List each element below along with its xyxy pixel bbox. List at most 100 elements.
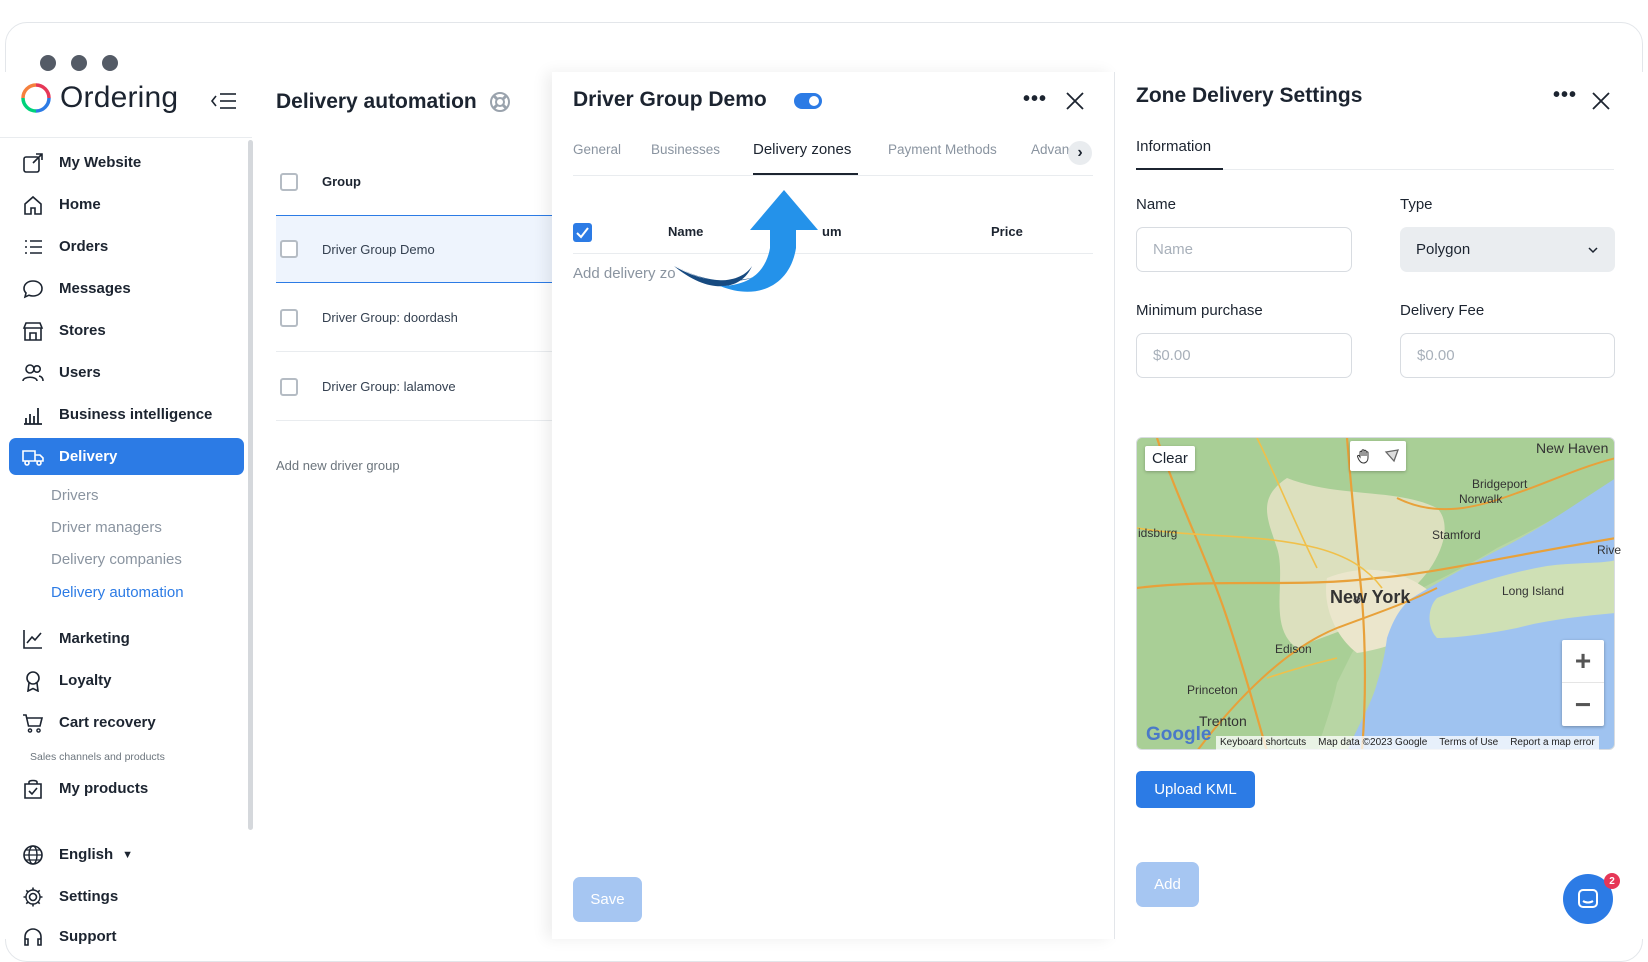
map-place-bridgeport: Bridgeport — [1472, 477, 1528, 491]
map-footer: Keyboard shortcuts Map data ©2023 Google… — [1216, 736, 1599, 750]
sidebar-scrollbar[interactable] — [248, 140, 253, 830]
tab-bar: General Businesses Delivery zones Paymen… — [573, 141, 1093, 176]
group-enabled-toggle[interactable] — [794, 93, 822, 109]
zone-more-options-button[interactable]: ••• — [1553, 84, 1577, 107]
zone-name-input[interactable] — [1136, 227, 1352, 272]
tutorial-arrow-icon — [674, 190, 818, 292]
sidebar-item-label: Delivery — [59, 448, 118, 465]
delivery-fee-label: Delivery Fee — [1400, 302, 1485, 319]
add-delivery-zone-link[interactable]: Add delivery zo — [573, 265, 676, 282]
terms-of-use-link[interactable]: Terms of Use — [1439, 737, 1498, 749]
type-label: Type — [1400, 196, 1433, 213]
driver-group-panel — [552, 72, 1114, 939]
minimum-purchase-input[interactable] — [1136, 333, 1352, 378]
sidebar-item-home[interactable]: Home — [9, 186, 244, 223]
help-lifebuoy-icon[interactable] — [489, 91, 511, 113]
sidebar-item-label: Messages — [59, 280, 131, 297]
sidebar-item-label: Orders — [59, 238, 109, 255]
hand-pan-icon[interactable] — [1356, 448, 1372, 464]
driver-group-title: Driver Group Demo — [573, 88, 767, 111]
name-label: Name — [1136, 196, 1177, 213]
add-zone-button[interactable]: Add — [1136, 862, 1199, 907]
tab-delivery-zones[interactable]: Delivery zones — [753, 141, 851, 158]
upload-kml-button[interactable]: Upload KML — [1136, 771, 1255, 808]
zoom-out-button[interactable]: − — [1562, 683, 1604, 726]
store-icon — [22, 321, 44, 341]
sidebar-item-business-intelligence[interactable]: Business intelligence — [9, 396, 244, 433]
list-item-driver-group-lalamove[interactable]: Driver Group: lalamove — [276, 353, 552, 421]
map-place-idsburg: idsburg — [1138, 526, 1178, 540]
tab-advanced[interactable]: Advan — [1031, 142, 1069, 157]
sidebar-item-stores[interactable]: Stores — [9, 312, 244, 349]
zoom-in-button[interactable]: + — [1562, 640, 1604, 683]
sidebar-item-label: Cart recovery — [59, 714, 156, 731]
sidebar-item-label: Home — [59, 196, 101, 213]
window-controls — [40, 55, 118, 71]
chat-icon — [1578, 889, 1598, 908]
gear-icon — [23, 887, 43, 906]
save-button[interactable]: Save — [573, 877, 642, 922]
row-checkbox[interactable] — [280, 308, 298, 327]
sidebar-item-loyalty[interactable]: Loyalty — [9, 662, 244, 699]
zone-type-select[interactable]: Polygon — [1400, 227, 1615, 272]
sidebar-item-delivery[interactable]: Delivery — [9, 438, 244, 475]
list-item-label: Driver Group: doordash — [322, 310, 458, 325]
column-header-price: Price — [991, 224, 1023, 239]
language-selector[interactable]: English ▼ — [9, 836, 244, 873]
list-item-driver-group-doordash[interactable]: Driver Group: doordash — [276, 284, 552, 352]
active-tab-indicator — [1136, 168, 1223, 170]
sidebar-subitem-delivery-automation[interactable]: Delivery automation — [51, 584, 184, 601]
more-options-button[interactable]: ••• — [1023, 88, 1047, 111]
list-item-driver-group-demo[interactable]: Driver Group Demo — [276, 215, 552, 283]
row-checkbox[interactable] — [280, 377, 298, 396]
sidebar-item-marketing[interactable]: Marketing — [9, 620, 244, 657]
page-title: Delivery automation — [276, 90, 511, 114]
sidebar-item-my-products[interactable]: My products — [9, 770, 244, 807]
chevron-down-icon: ▼ — [122, 848, 134, 861]
report-map-error-link[interactable]: Report a map error — [1510, 737, 1594, 749]
map-clear-button[interactable]: Clear — [1145, 446, 1195, 471]
window-dot[interactable] — [102, 55, 118, 71]
tabs-scroll-right-icon[interactable]: › — [1068, 141, 1092, 165]
sidebar-subitem-delivery-companies[interactable]: Delivery companies — [51, 551, 182, 568]
tab-general[interactable]: General — [573, 142, 621, 157]
sidebar-item-orders[interactable]: Orders — [9, 228, 244, 265]
list-item-label: Driver Group Demo — [322, 241, 435, 257]
bar-chart-icon — [24, 407, 42, 425]
list-icon — [25, 239, 42, 254]
add-driver-group-link[interactable]: Add new driver group — [276, 458, 400, 473]
globe-icon — [23, 844, 43, 865]
sidebar-item-label: Stores — [59, 322, 106, 339]
select-all-checkbox[interactable] — [280, 172, 298, 191]
logo-text: Ordering — [60, 81, 179, 114]
sidebar-item-settings[interactable]: Settings — [9, 878, 244, 915]
delivery-fee-input[interactable] — [1400, 333, 1615, 378]
tab-payment-methods[interactable]: Payment Methods — [888, 142, 997, 157]
window-dot[interactable] — [40, 55, 56, 71]
sidebar-item-support[interactable]: Support — [9, 918, 244, 955]
sidebar-item-my-website[interactable]: My Website — [9, 144, 244, 181]
line-chart-icon — [23, 629, 42, 649]
row-checkbox[interactable] — [280, 240, 298, 258]
close-icon[interactable] — [1064, 90, 1086, 112]
window-dot[interactable] — [71, 55, 87, 71]
keyboard-shortcuts-link[interactable]: Keyboard shortcuts — [1220, 737, 1306, 749]
chevron-down-icon — [1588, 246, 1598, 253]
sidebar-item-cart-recovery[interactable]: Cart recovery — [9, 704, 244, 741]
list-item-label: Driver Group: lalamove — [322, 379, 456, 394]
sidebar-subitem-driver-managers[interactable]: Driver managers — [51, 519, 162, 536]
polygon-draw-icon[interactable] — [1384, 448, 1400, 464]
close-icon[interactable] — [1590, 90, 1612, 112]
tab-information[interactable]: Information — [1136, 138, 1211, 155]
sidebar-subitem-drivers[interactable]: Drivers — [51, 487, 99, 504]
zone-type-value: Polygon — [1416, 241, 1471, 258]
chat-bubble-icon — [23, 279, 43, 298]
map-place-princeton: Princeton — [1187, 683, 1238, 697]
sidebar-item-messages[interactable]: Messages — [9, 270, 244, 307]
zones-select-all-checkbox[interactable] — [573, 223, 592, 242]
logo[interactable]: Ordering — [20, 81, 178, 115]
tab-businesses[interactable]: Businesses — [651, 142, 720, 157]
sidebar-item-users[interactable]: Users — [9, 354, 244, 391]
list-header-row: Group — [276, 148, 552, 216]
collapse-sidebar-icon[interactable] — [209, 90, 239, 112]
